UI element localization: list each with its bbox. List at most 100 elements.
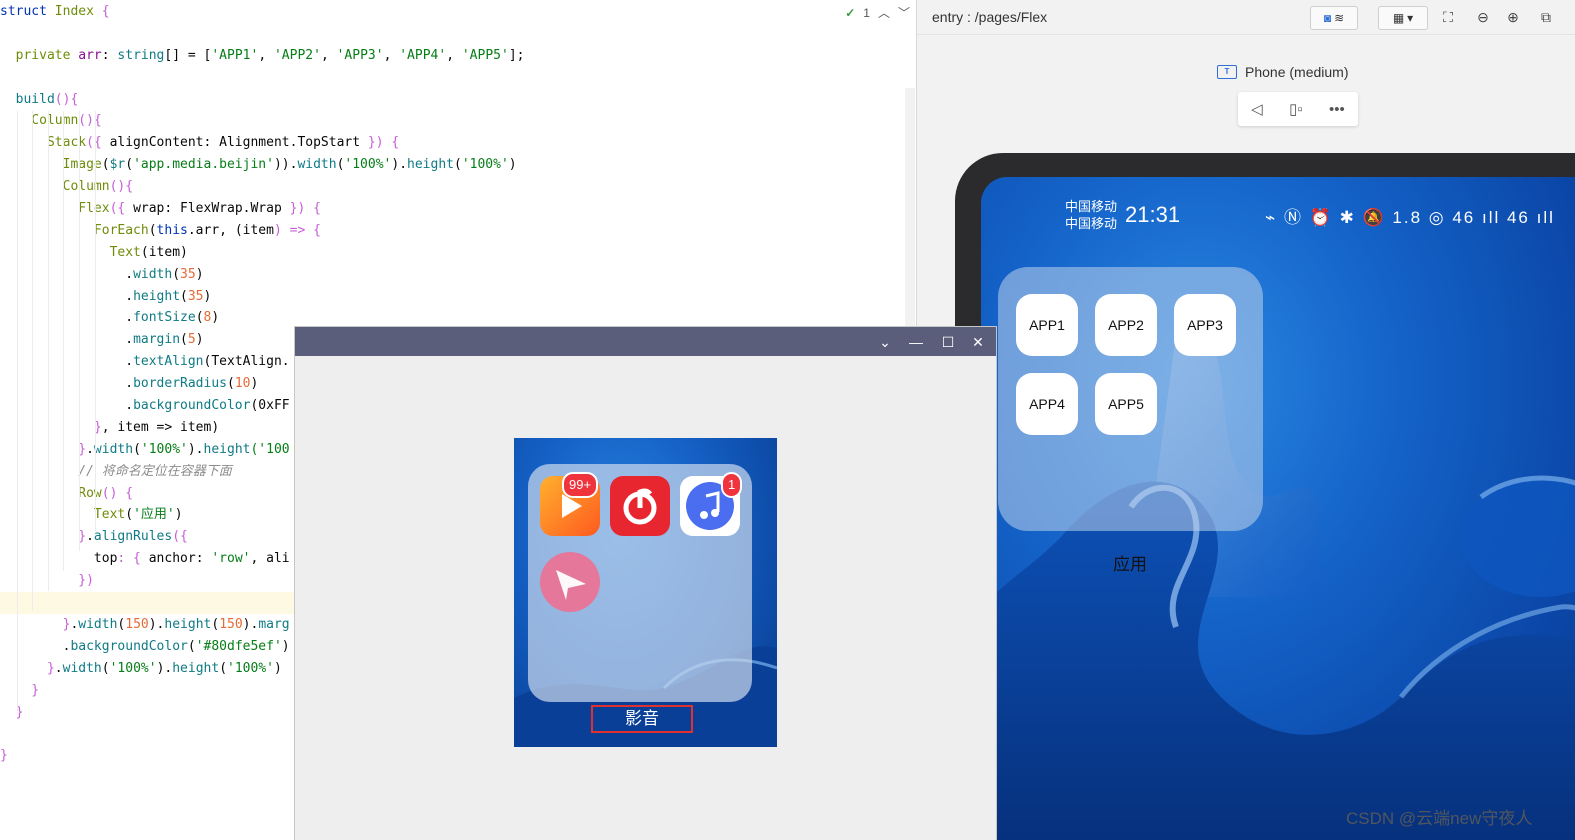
- code-token: backgroundColor: [133, 398, 251, 414]
- code-token: '应用': [133, 507, 175, 523]
- code-token: (: [180, 332, 188, 348]
- inspection-count: 1: [863, 5, 870, 20]
- code-token: ];: [508, 47, 525, 63]
- code-token: 'row': [211, 551, 251, 567]
- code-token: // 将命名定位在容器下面: [0, 463, 232, 479]
- app-tile-3[interactable]: APP3: [1174, 294, 1236, 356]
- code-token: }: [0, 529, 87, 545]
- code-token: alignRules: [93, 529, 173, 545]
- code-token: ).: [242, 616, 259, 632]
- close-icon[interactable]: ✕: [968, 332, 988, 352]
- status-bar: 中国移动 中国移动 21:31 ⌁ Ⓝ ⏰ ✱ 🔕 1.8 ◎ 46 ıll 4…: [981, 177, 1575, 237]
- code-token: .: [0, 354, 134, 370]
- chevron-down-icon[interactable]: ﹀: [898, 4, 910, 21]
- code-token: }) {: [360, 135, 400, 151]
- viewer-titlebar[interactable]: ⌄ — ☐ ✕: [295, 327, 996, 356]
- code-line[interactable]: ForEach(this.arr, (item) => {: [0, 220, 916, 242]
- code-token: private: [0, 47, 79, 63]
- app-tile-1[interactable]: APP1: [1016, 294, 1078, 356]
- code-token: width: [78, 616, 118, 632]
- code-line[interactable]: [0, 23, 916, 45]
- code-token: Row: [0, 485, 102, 501]
- code-token: top: [0, 551, 118, 567]
- code-token: '#80dfe5ef': [195, 638, 282, 654]
- inspection-widget[interactable]: ✓ 1 ︿ ﹀: [845, 4, 910, 21]
- code-token: :: [203, 135, 220, 151]
- code-token: ): [174, 507, 183, 523]
- paper-plane-app-icon: [540, 552, 600, 612]
- editor-scrollbar[interactable]: [905, 88, 915, 348]
- code-token: ): [250, 376, 259, 392]
- code-token: [] = [: [164, 47, 212, 63]
- code-line[interactable]: Stack({ alignContent: Alignment.TopStart…: [0, 132, 916, 154]
- code-token: ).: [187, 441, 204, 457]
- previewer-panel: entry : /pages/Flex ◙ ≋ ▦ ▾ ⛶ ⊖ ⊕ ⧉ T Ph…: [916, 0, 1575, 840]
- thumb-folder-label: 影音: [591, 705, 693, 733]
- maximize-icon[interactable]: ☐: [938, 332, 958, 352]
- code-token: ForEach: [0, 222, 149, 238]
- code-token: ({: [172, 529, 188, 545]
- code-token: Stack: [0, 135, 87, 151]
- code-token: .: [0, 288, 134, 304]
- code-token: borderRadius: [133, 376, 227, 392]
- inspector-toggle-button[interactable]: ◙ ≋: [1310, 6, 1358, 30]
- code-token: height: [407, 157, 454, 173]
- code-line[interactable]: Flex({ wrap: FlexWrap.Wrap }) {: [0, 198, 916, 220]
- code-token: Alignment: [219, 135, 290, 151]
- app-folder[interactable]: APP1 APP2 APP3 APP4 APP5: [998, 267, 1263, 531]
- zoom-out-icon[interactable]: ⊖: [1474, 8, 1492, 26]
- code-line[interactable]: Image($r('app.media.beijin')).width('100…: [0, 154, 916, 176]
- code-token: arr: [78, 47, 102, 63]
- code-line[interactable]: struct Index {: [0, 1, 916, 23]
- code-token: 'app.media.beijin': [133, 157, 274, 173]
- code-token: Column: [0, 113, 79, 129]
- code-token: (: [187, 638, 196, 654]
- app-tile-5[interactable]: APP5: [1095, 373, 1157, 435]
- layout-dropdown-button[interactable]: ▦ ▾: [1378, 6, 1428, 30]
- code-token: wrap: [133, 201, 165, 217]
- thumb-folder: 99+ 1: [528, 464, 752, 702]
- code-line[interactable]: Text(item): [0, 242, 916, 264]
- app-tile-4[interactable]: APP4: [1016, 373, 1078, 435]
- fullscreen-icon[interactable]: ⧉: [1537, 8, 1555, 26]
- zoom-in-icon[interactable]: ⊕: [1504, 8, 1522, 26]
- code-token: }: [0, 660, 55, 676]
- code-token: (: [133, 441, 141, 457]
- collapse-icon[interactable]: ⌄: [875, 332, 895, 352]
- code-token: height: [164, 616, 212, 632]
- phone-screen: 中国移动 中国移动 21:31 ⌁ Ⓝ ⏰ ✱ 🔕 1.8 ◎ 46 ıll 4…: [981, 177, 1575, 840]
- code-token: (: [101, 660, 110, 676]
- paper-plane-icon: [556, 570, 586, 600]
- chevron-up-icon[interactable]: ︿: [878, 4, 890, 21]
- code-line[interactable]: Column(){: [0, 176, 916, 198]
- code-line[interactable]: Column(){: [0, 110, 916, 132]
- app-tile-2[interactable]: APP2: [1095, 294, 1157, 356]
- crop-icon[interactable]: ⛶: [1439, 8, 1457, 26]
- code-token: string: [117, 47, 165, 63]
- folder-label: 应用: [1113, 555, 1147, 574]
- code-line[interactable]: private arr: string[] = ['APP1', 'APP2',…: [0, 45, 916, 67]
- code-token: ,: [258, 47, 274, 63]
- indent-guide: [94, 111, 96, 531]
- minimize-icon[interactable]: —: [906, 332, 926, 352]
- code-token: (: [454, 157, 462, 173]
- rotate-icon[interactable]: ▯▫: [1289, 100, 1303, 118]
- code-token: (item): [140, 244, 188, 260]
- code-token: width: [62, 660, 102, 676]
- back-icon[interactable]: ◁: [1251, 100, 1263, 118]
- code-token: 'APP5': [461, 47, 509, 63]
- code-token: 'APP1': [211, 47, 259, 63]
- code-token: .: [0, 398, 134, 414]
- previewer-toolbar: entry : /pages/Flex ◙ ≋ ▦ ▾ ⛶ ⊖ ⊕ ⧉: [917, 0, 1575, 35]
- code-line[interactable]: build(){: [0, 89, 916, 111]
- code-token: }: [0, 682, 40, 698]
- code-line[interactable]: .width(35): [0, 264, 916, 286]
- code-line[interactable]: .height(35): [0, 286, 916, 308]
- code-token: '100%': [227, 660, 274, 676]
- code-line[interactable]: [0, 67, 916, 89]
- code-token: height: [133, 288, 181, 304]
- carrier-line-1: 中国移动: [1065, 199, 1118, 214]
- indent-guide: [16, 111, 18, 711]
- netease-music-icon: [623, 488, 657, 525]
- more-icon[interactable]: •••: [1329, 101, 1345, 118]
